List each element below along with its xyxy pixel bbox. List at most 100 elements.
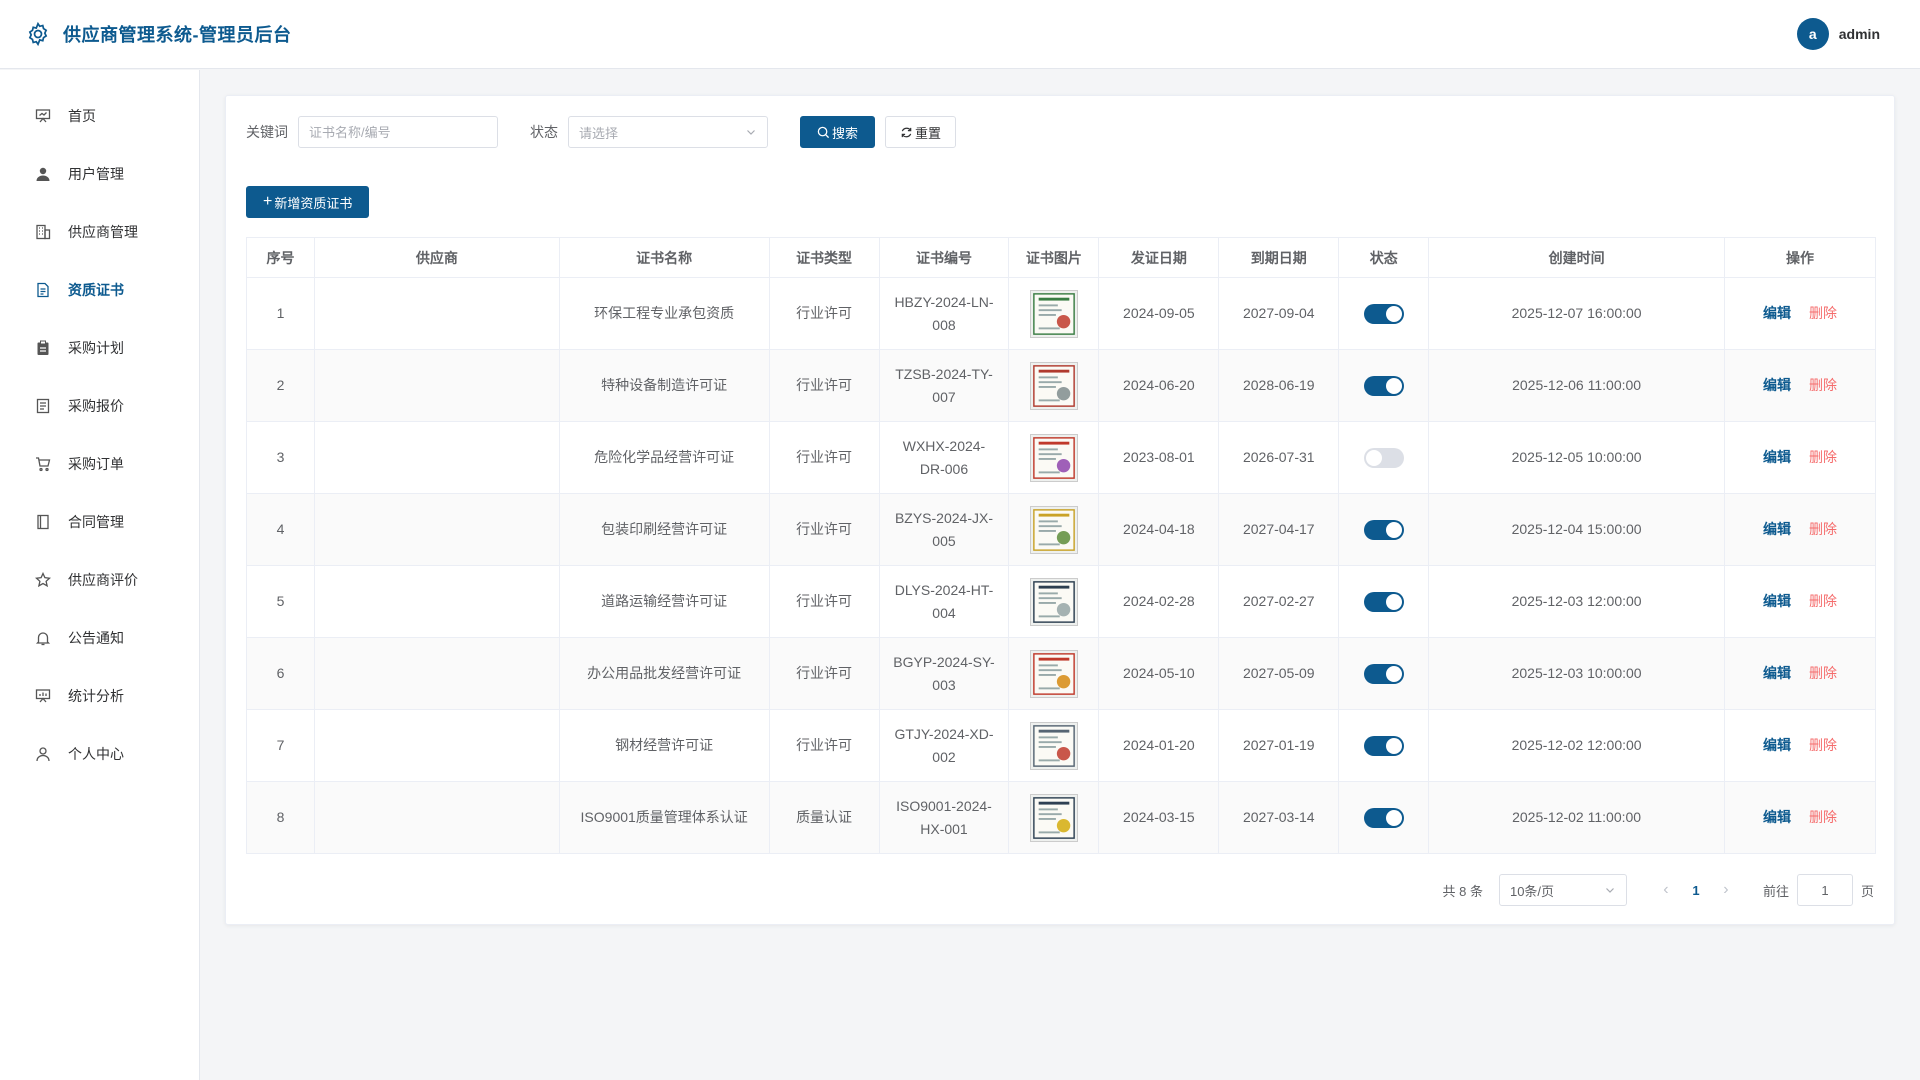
cert-code-line: 007 <box>932 388 956 405</box>
cert-code-line: 004 <box>932 604 956 621</box>
next-page-icon[interactable]: › <box>1711 881 1741 899</box>
cell-cert-name: 环保工程专业承包资质 <box>558 277 770 350</box>
user-icon <box>34 165 52 183</box>
certificate-thumbnail[interactable] <box>1029 289 1078 338</box>
goto-page-input[interactable] <box>1796 874 1853 906</box>
cell-created-time: 2025-12-02 11:00:00 <box>1428 781 1725 854</box>
cell-cert-type: 质量认证 <box>768 781 880 854</box>
prev-page-icon[interactable]: ‹ <box>1651 881 1681 899</box>
delete-button[interactable]: 删除 <box>1809 737 1837 753</box>
sidebar-item-notices[interactable]: 公告通知 <box>0 609 199 667</box>
cell-cert-name: 特种设备制造许可证 <box>558 349 770 422</box>
edit-button[interactable]: 编辑 <box>1763 305 1791 321</box>
edit-button[interactable]: 编辑 <box>1763 809 1791 825</box>
cell-index: 4 <box>246 493 315 566</box>
page-number[interactable]: 1 <box>1681 883 1711 898</box>
reset-button-label: 重置 <box>915 125 942 141</box>
cell-status <box>1338 493 1430 566</box>
page-size-select[interactable]: 10条/页 <box>1498 874 1627 906</box>
cell-cert-name: 包装印刷经营许可证 <box>558 493 770 566</box>
certificate-thumbnail[interactable] <box>1029 649 1078 698</box>
table-row: 4 包装印刷经营许可证 行业许可 BZYS-2024-JX- 005 2024-04-18… <box>246 493 1876 566</box>
dashboard-icon <box>34 107 52 125</box>
cell-issue-date: 2024-03-15 <box>1098 781 1220 854</box>
sidebar-item-quotes[interactable]: 采购报价 <box>0 377 199 435</box>
sidebar-item-certificates[interactable]: 资质证书 <box>0 261 199 319</box>
sidebar-item-evaluation[interactable]: 供应商评价 <box>0 551 199 609</box>
building-icon <box>34 223 52 241</box>
delete-button[interactable]: 删除 <box>1809 377 1837 393</box>
edit-button[interactable]: 编辑 <box>1763 593 1791 609</box>
person-icon <box>34 745 52 763</box>
cell-cert-type: 行业许可 <box>768 493 880 566</box>
username[interactable]: admin <box>1839 26 1880 42</box>
search-icon <box>817 126 830 138</box>
edit-button[interactable]: 编辑 <box>1763 377 1791 393</box>
delete-button[interactable]: 删除 <box>1809 665 1837 681</box>
cell-cert-code: BZYS-2024-JX- 005 <box>878 493 1010 566</box>
column-header: 供应商 <box>313 237 560 278</box>
certificate-thumbnail[interactable] <box>1029 577 1078 626</box>
cert-code-line: DLYS-2024-HT- <box>894 581 994 598</box>
status-toggle[interactable] <box>1363 735 1404 756</box>
certificate-thumbnail[interactable] <box>1029 505 1078 554</box>
cell-cert-type: 行业许可 <box>768 349 880 422</box>
sidebar-item-label: 统计分析 <box>68 688 124 704</box>
certificate-thumbnail[interactable] <box>1029 361 1078 410</box>
delete-button[interactable]: 删除 <box>1809 593 1837 609</box>
cell-cert-name: 道路运输经营许可证 <box>558 565 770 638</box>
cell-status <box>1338 421 1430 494</box>
delete-button[interactable]: 删除 <box>1809 521 1837 537</box>
add-certificate-button[interactable]: + 新增资质证书 <box>246 186 370 218</box>
sidebar-item-profile[interactable]: 个人中心 <box>0 725 199 783</box>
total-count: 共 8 条 <box>1442 883 1483 899</box>
certificate-thumbnail[interactable] <box>1029 793 1078 842</box>
sidebar-item-label: 供应商管理 <box>68 224 138 240</box>
edit-button[interactable]: 编辑 <box>1763 665 1791 681</box>
reset-button[interactable]: 重置 <box>885 116 957 148</box>
search-button[interactable]: 搜索 <box>800 116 876 148</box>
cell-cert-image <box>1008 781 1100 854</box>
edit-button[interactable]: 编辑 <box>1763 737 1791 753</box>
sidebar-item-purchase-plan[interactable]: 采购计划 <box>0 319 199 377</box>
status-toggle[interactable] <box>1363 591 1404 612</box>
cell-index: 2 <box>246 349 315 422</box>
chart-icon <box>34 687 52 705</box>
delete-button[interactable]: 删除 <box>1809 449 1837 465</box>
app-title: 供应商管理系统-管理员后台 <box>63 25 292 45</box>
sidebar-item-orders[interactable]: 采购订单 <box>0 435 199 493</box>
sidebar-item-suppliers[interactable]: 供应商管理 <box>0 203 199 261</box>
column-header: 序号 <box>246 237 315 278</box>
edit-button[interactable]: 编辑 <box>1763 449 1791 465</box>
cell-expire-date: 2026-07-31 <box>1218 421 1340 494</box>
sidebar-item-users[interactable]: 用户管理 <box>0 145 199 203</box>
sidebar-item-contracts[interactable]: 合同管理 <box>0 493 199 551</box>
avatar[interactable]: a <box>1796 18 1829 50</box>
sidebar-item-home[interactable]: 首页 <box>0 87 199 145</box>
delete-button[interactable]: 删除 <box>1809 809 1837 825</box>
cell-expire-date: 2027-03-14 <box>1218 781 1340 854</box>
status-toggle[interactable] <box>1363 519 1404 540</box>
status-toggle[interactable] <box>1363 663 1404 684</box>
user-menu[interactable]: a admin <box>1796 18 1880 50</box>
cert-code-line: BGYP-2024-SY- <box>893 653 995 670</box>
cell-cert-code: HBZY-2024-LN- 008 <box>878 277 1010 350</box>
status-toggle[interactable] <box>1363 447 1404 468</box>
sidebar-item-statistics[interactable]: 统计分析 <box>0 667 199 725</box>
status-toggle[interactable] <box>1363 303 1404 324</box>
cart-icon <box>34 455 52 473</box>
status-select[interactable]: 请选择 <box>568 116 768 148</box>
certificate-thumbnail[interactable] <box>1029 721 1078 770</box>
edit-button[interactable]: 编辑 <box>1763 521 1791 537</box>
keyword-input[interactable] <box>298 116 498 148</box>
certificate-thumbnail[interactable] <box>1029 433 1078 482</box>
cell-expire-date: 2028-06-19 <box>1218 349 1340 422</box>
search-form: 关键词 状态 请选择 搜索 重置 <box>246 116 957 148</box>
bell-icon <box>34 629 52 647</box>
cell-created-time: 2025-12-07 16:00:00 <box>1428 277 1725 350</box>
status-toggle[interactable] <box>1363 375 1404 396</box>
list-icon <box>34 397 52 415</box>
status-toggle[interactable] <box>1363 807 1404 828</box>
clipboard-icon <box>34 339 52 357</box>
delete-button[interactable]: 删除 <box>1809 305 1837 321</box>
